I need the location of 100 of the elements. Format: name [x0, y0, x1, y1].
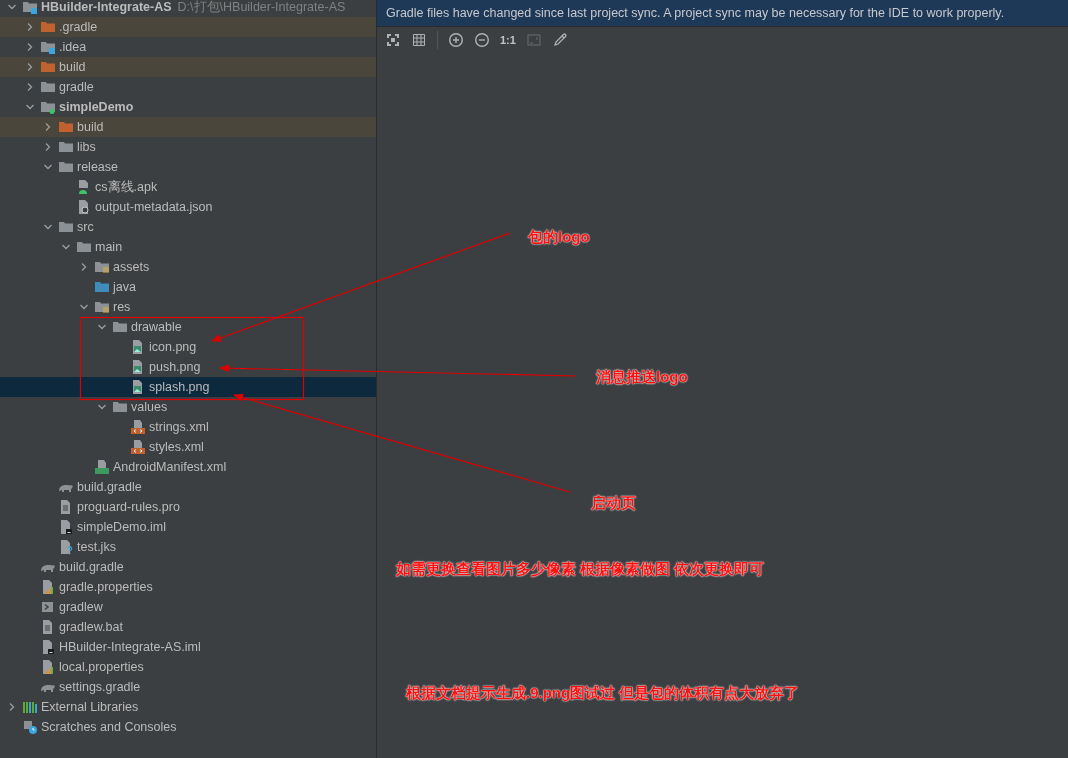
folder-icon: [40, 79, 56, 95]
tree-item[interactable]: gradlew: [0, 597, 376, 617]
expand-chevron-icon[interactable]: [43, 142, 53, 152]
tree-item[interactable]: push.png: [0, 357, 376, 377]
expand-chevron-icon[interactable]: [25, 22, 35, 32]
tree-item[interactable]: strings.xml: [0, 417, 376, 437]
zoom-out-icon[interactable]: [474, 32, 490, 48]
folder-icon: [76, 239, 92, 255]
item-label: test.jks: [77, 538, 116, 556]
folder-icon: [112, 399, 128, 415]
collapse-chevron-icon[interactable]: [25, 102, 35, 112]
expand-chevron-icon[interactable]: [79, 262, 89, 272]
tree-item[interactable]: libs: [0, 137, 376, 157]
folder-icon: [40, 59, 56, 75]
collapse-chevron-icon[interactable]: [43, 162, 53, 172]
annotation-text: 包的logo: [528, 227, 590, 247]
tree-item[interactable]: gradle.properties: [0, 577, 376, 597]
item-label: gradle.properties: [59, 578, 153, 596]
folder-icon: [40, 19, 56, 35]
collapse-chevron-icon[interactable]: [97, 322, 107, 332]
tree-item[interactable]: test.jks: [0, 537, 376, 557]
tree-item[interactable]: styles.xml: [0, 437, 376, 457]
folder-icon: [112, 319, 128, 335]
tree-item[interactable]: simpleDemo: [0, 97, 376, 117]
expand-chevron-icon[interactable]: [7, 702, 17, 712]
tree-item[interactable]: proguard-rules.pro: [0, 497, 376, 517]
expand-chevron-icon[interactable]: [25, 42, 35, 52]
zoom-in-icon[interactable]: [448, 32, 464, 48]
item-label: gradlew: [59, 598, 103, 616]
tree-item[interactable]: build: [0, 57, 376, 77]
tree-item[interactable]: HBuilder-Integrate-AS.iml: [0, 637, 376, 657]
tree-item[interactable]: .gradle: [0, 17, 376, 37]
item-label: icon.png: [149, 338, 197, 356]
color-picker-icon[interactable]: [551, 32, 568, 48]
manifest-file-icon: [94, 459, 110, 475]
tree-item[interactable]: settings.gradle: [0, 677, 376, 697]
tree-item[interactable]: .idea: [0, 37, 376, 57]
item-label: splash.png: [149, 378, 210, 396]
file-icon: [40, 659, 56, 675]
tree-item[interactable]: Scratches and Consoles: [0, 717, 376, 737]
tree-item[interactable]: gradle: [0, 77, 376, 97]
folder-icon: [58, 119, 74, 135]
clock-icon: [22, 719, 38, 735]
tree-item[interactable]: simpleDemo.iml: [0, 517, 376, 537]
annotation-text: 消息推送logo: [596, 367, 688, 387]
tree-item[interactable]: assets: [0, 257, 376, 277]
tree-item[interactable]: build: [0, 117, 376, 137]
expand-chevron-icon[interactable]: [43, 122, 53, 132]
item-label: push.png: [149, 358, 201, 376]
item-label: styles.xml: [149, 438, 204, 456]
tree-item[interactable]: gradlew.bat: [0, 617, 376, 637]
collapse-chevron-icon[interactable]: [79, 302, 89, 312]
tree-item[interactable]: res: [0, 297, 376, 317]
tree-item[interactable]: build.gradle: [0, 477, 376, 497]
item-label: simpleDemo: [59, 98, 134, 116]
tree-item[interactable]: main: [0, 237, 376, 257]
collapse-chevron-icon[interactable]: [43, 222, 53, 232]
file-icon: [58, 519, 74, 535]
item-label: assets: [113, 258, 150, 276]
tree-item[interactable]: AndroidManifest.xml: [0, 457, 376, 477]
tree-item[interactable]: build.gradle: [0, 557, 376, 577]
expand-chevron-icon[interactable]: [25, 82, 35, 92]
file-icon: [76, 199, 92, 215]
item-label: output-metadata.json: [95, 198, 213, 216]
tree-item[interactable]: splash.png: [0, 377, 376, 397]
item-label: proguard-rules.pro: [77, 498, 180, 516]
tree-item[interactable]: output-metadata.json: [0, 197, 376, 217]
item-label: settings.gradle: [59, 678, 141, 696]
terminal-file-icon: [40, 599, 56, 615]
actual-size-button[interactable]: 1:1: [500, 31, 516, 49]
item-label: java: [113, 278, 136, 296]
item-label: strings.xml: [149, 418, 209, 436]
tree-item[interactable]: local.properties: [0, 657, 376, 677]
tree-item[interactable]: External Libraries: [0, 697, 376, 717]
tree-item[interactable]: cs离线.apk: [0, 177, 376, 197]
tree-item[interactable]: java: [0, 277, 376, 297]
tree-item[interactable]: values: [0, 397, 376, 417]
xml-file-icon: [130, 419, 146, 435]
folder-icon: [58, 219, 74, 235]
item-label: res: [113, 298, 131, 316]
library-icon: [22, 699, 38, 715]
annotation-text: 根据文档提示生成.9.png图试过 但是包的体积有点大放弃了: [406, 683, 800, 703]
folder-icon: [94, 259, 110, 275]
expand-chevron-icon[interactable]: [25, 62, 35, 72]
file-icon: [40, 639, 56, 655]
item-label: build.gradle: [77, 478, 142, 496]
tree-item[interactable]: icon.png: [0, 337, 376, 357]
collapse-chevron-icon[interactable]: [97, 402, 107, 412]
grid-icon[interactable]: [411, 32, 427, 48]
item-label: .idea: [59, 38, 87, 56]
item-label: build: [59, 58, 86, 76]
collapse-chevron-icon[interactable]: [7, 2, 17, 12]
notification-text: Gradle files have changed since last project sync. A project sync may be necessary for the IDE to work properly.: [386, 4, 1005, 22]
tree-item[interactable]: src: [0, 217, 376, 237]
tree-item[interactable]: HBuilder-Integrate-AS D:\打包\HBuilder-Integrate-AS: [0, 0, 376, 17]
tree-item[interactable]: drawable: [0, 317, 376, 337]
tree-item[interactable]: release: [0, 157, 376, 177]
collapse-chevron-icon[interactable]: [61, 242, 71, 252]
item-label: simpleDemo.iml: [77, 518, 166, 536]
fit-icon[interactable]: [385, 32, 401, 48]
